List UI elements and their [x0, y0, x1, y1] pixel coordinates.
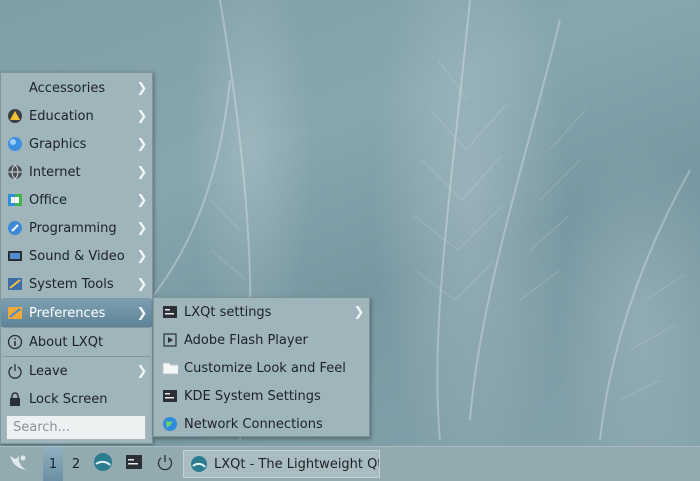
- chevron-right-icon: ❯: [136, 136, 148, 152]
- browser-icon: [93, 452, 113, 476]
- submenu-item-kde-system-settings[interactable]: KDE System Settings: [154, 382, 369, 410]
- menu-item-label: About LXQt: [29, 334, 104, 350]
- submenu-item-label: Adobe Flash Player: [184, 332, 308, 348]
- submenu-item-lxqt-settings[interactable]: LXQt settings ❯: [154, 298, 369, 326]
- menu-item-internet[interactable]: Internet ❯: [1, 158, 152, 186]
- chevron-right-icon: ❯: [353, 304, 365, 320]
- chevron-right-icon: ❯: [136, 305, 148, 321]
- menu-item-label: Office: [29, 192, 67, 208]
- education-icon: [7, 108, 23, 124]
- kde-settings-icon: [162, 388, 178, 404]
- chevron-right-icon: ❯: [136, 248, 148, 264]
- chevron-right-icon: ❯: [136, 220, 148, 236]
- desktop-2-button[interactable]: 2: [66, 447, 86, 481]
- menu-item-about-lxqt[interactable]: About LXQt: [1, 328, 152, 356]
- internet-icon: [7, 164, 23, 180]
- menu-item-label: Accessories: [29, 80, 106, 96]
- submenu-item-customize-look-and-feel[interactable]: Customize Look and Feel: [154, 354, 369, 382]
- task-title: LXQt - The Lightweight Qt D: [214, 456, 380, 472]
- menu-item-education[interactable]: Education ❯: [1, 102, 152, 130]
- menu-item-graphics[interactable]: Graphics ❯: [1, 130, 152, 158]
- info-icon: [7, 334, 23, 350]
- submenu-item-adobe-flash-player[interactable]: Adobe Flash Player: [154, 326, 369, 354]
- lock-icon: [7, 391, 23, 407]
- power-icon: [7, 363, 23, 379]
- application-menu: Accessories ❯ Education ❯ Graphics ❯ Int…: [0, 72, 153, 444]
- submenu-item-network-connections[interactable]: Network Connections: [154, 410, 369, 438]
- settings-icon: [125, 453, 143, 475]
- task-button-lxqt-window[interactable]: LXQt - The Lightweight Qt D: [183, 450, 380, 478]
- programming-icon: [7, 220, 23, 236]
- submenu-item-label: Customize Look and Feel: [184, 360, 346, 376]
- submenu-item-label: KDE System Settings: [184, 388, 321, 404]
- menu-item-accessories[interactable]: Accessories ❯: [1, 74, 152, 102]
- chevron-right-icon: ❯: [136, 80, 148, 96]
- browser-icon: [190, 455, 208, 473]
- globe-icon: [162, 416, 178, 432]
- accessories-icon: [7, 80, 23, 96]
- menu-item-preferences[interactable]: Preferences ❯: [1, 299, 152, 327]
- menu-item-lock-screen[interactable]: Lock Screen: [1, 385, 152, 413]
- search-input[interactable]: Search...: [6, 415, 146, 440]
- menu-item-label: Sound & Video: [29, 248, 125, 264]
- lxqt-settings-icon: [162, 304, 178, 320]
- quicklaunch-browser[interactable]: [90, 447, 116, 481]
- submenu-item-label: LXQt settings: [184, 304, 272, 320]
- menu-item-label: Internet: [29, 164, 81, 180]
- chevron-right-icon: ❯: [136, 363, 148, 379]
- chevron-right-icon: ❯: [136, 276, 148, 292]
- menu-item-label: Programming: [29, 220, 117, 236]
- taskbar: 1 2 LXQt - The Lightweight Qt D: [0, 446, 700, 481]
- lxqt-logo-icon: [6, 451, 30, 477]
- menu-item-label: System Tools: [29, 276, 114, 292]
- menu-item-label: Education: [29, 108, 94, 124]
- chevron-right-icon: ❯: [136, 164, 148, 180]
- desktop-number: 2: [71, 456, 81, 472]
- menu-item-leave[interactable]: Leave ❯: [1, 357, 152, 385]
- menu-item-programming[interactable]: Programming ❯: [1, 214, 152, 242]
- main-menu-button[interactable]: [0, 447, 36, 481]
- menu-item-label: Preferences: [29, 305, 106, 321]
- folder-icon: [162, 360, 178, 376]
- menu-item-label: Lock Screen: [29, 391, 108, 407]
- quicklaunch-leave[interactable]: [152, 447, 178, 481]
- desktop-number: 1: [48, 456, 58, 472]
- office-icon: [7, 192, 23, 208]
- preferences-submenu: LXQt settings ❯ Adobe Flash Player Custo…: [153, 297, 370, 437]
- menu-item-label: Leave: [29, 363, 68, 379]
- graphics-icon: [7, 136, 23, 152]
- menu-item-label: Graphics: [29, 136, 87, 152]
- flash-player-icon: [162, 332, 178, 348]
- menu-item-sound-video[interactable]: Sound & Video ❯: [1, 242, 152, 270]
- chevron-right-icon: ❯: [136, 192, 148, 208]
- preferences-icon: [7, 305, 23, 321]
- power-icon: [156, 453, 174, 475]
- sound-video-icon: [7, 248, 23, 264]
- submenu-item-label: Network Connections: [184, 416, 323, 432]
- menu-item-system-tools[interactable]: System Tools ❯: [1, 270, 152, 298]
- system-tools-icon: [7, 276, 23, 292]
- chevron-right-icon: ❯: [136, 108, 148, 124]
- menu-item-office[interactable]: Office ❯: [1, 186, 152, 214]
- quicklaunch-settings[interactable]: [121, 447, 147, 481]
- desktop-1-button[interactable]: 1: [43, 447, 63, 481]
